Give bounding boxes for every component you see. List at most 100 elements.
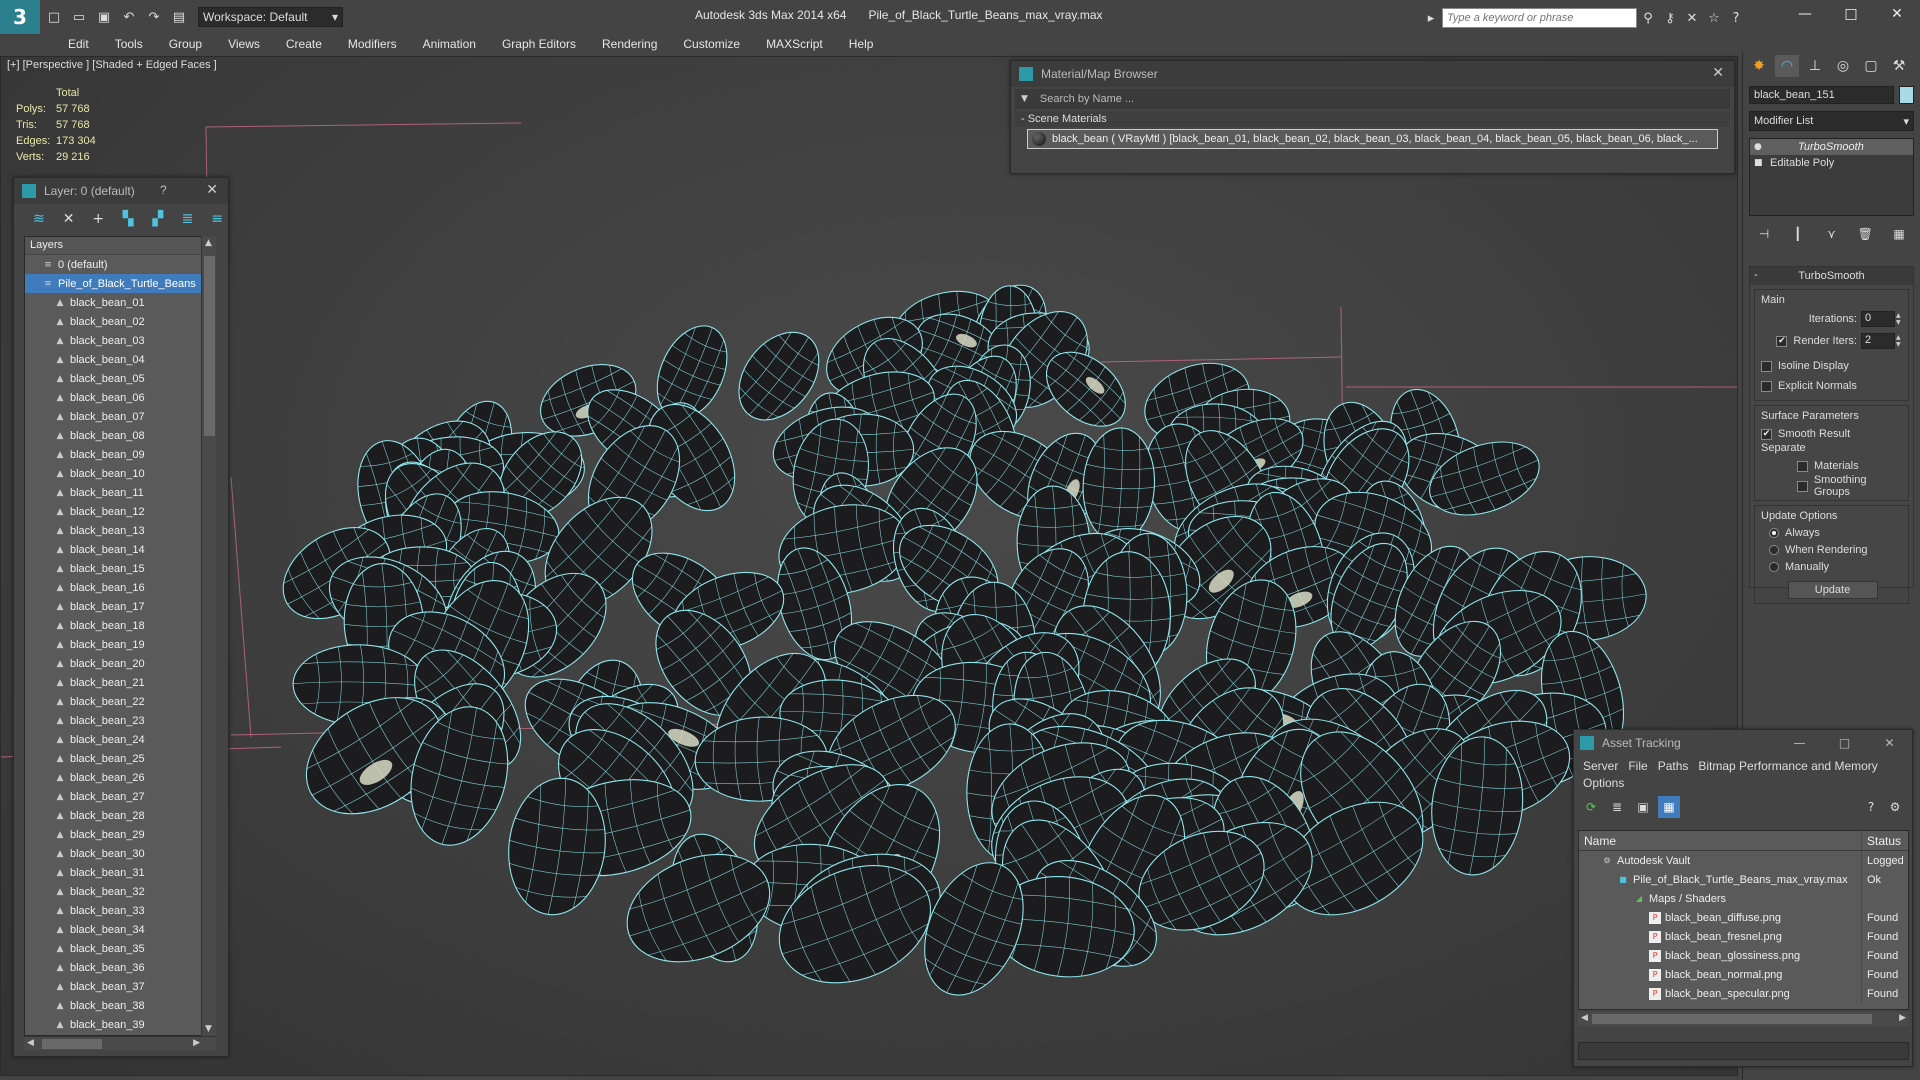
layer-object-row[interactable]: ▲ black_bean_04 xyxy=(25,350,215,369)
asset-row-maps-shaders[interactable]: ◢ Maps / Shaders xyxy=(1579,889,1908,908)
new-file-icon[interactable]: □ xyxy=(43,7,65,27)
layer-object-row[interactable]: ▲ black_bean_16 xyxy=(25,578,215,597)
layer-object-row[interactable]: ▲ black_bean_08 xyxy=(25,426,215,445)
freeze-all-icon[interactable]: ≡ xyxy=(206,208,228,230)
layer-object-row[interactable]: ▲ black_bean_22 xyxy=(25,692,215,711)
layer-object-row[interactable]: ▲ black_bean_02 xyxy=(25,312,215,331)
minimize-icon[interactable]: — xyxy=(1782,0,1828,28)
layer-object-row[interactable]: ▲ black_bean_38 xyxy=(25,996,215,1015)
scroll-down-icon[interactable]: ▼ xyxy=(205,1024,212,1034)
render-iters-spinner[interactable]: 2 xyxy=(1861,333,1895,349)
bean-pile-wireframe[interactable] xyxy=(1,57,1738,1076)
asset-menu-options[interactable]: Options xyxy=(1578,775,1629,792)
list-view-icon[interactable]: ≣ xyxy=(1606,796,1628,818)
settings-icon[interactable]: ⚙ xyxy=(1884,796,1906,818)
asset-row-map[interactable]: Pblack_bean_diffuse.png Found xyxy=(1579,908,1908,927)
layer-object-row[interactable]: ▲ black_bean_17 xyxy=(25,597,215,616)
scroll-right-icon[interactable]: ▶ xyxy=(193,1038,200,1048)
close-icon[interactable]: ✕ xyxy=(1867,730,1912,756)
layer-object-row[interactable]: ▲ black_bean_19 xyxy=(25,635,215,654)
layer-object-row[interactable]: ▲ black_bean_20 xyxy=(25,654,215,673)
workspace-dropdown[interactable]: Workspace: Default ▾ xyxy=(198,7,343,27)
asset-row-vault[interactable]: ⚙ Autodesk Vault Logged xyxy=(1579,851,1908,870)
key-icon[interactable]: ⚷ xyxy=(1659,8,1681,28)
close-icon[interactable]: ✕ xyxy=(1712,65,1724,81)
menu-group[interactable]: Group xyxy=(156,34,215,54)
perspective-viewport[interactable]: [+] [Perspective ] [Shaded + Edged Faces… xyxy=(0,56,1738,1076)
scroll-up-icon[interactable]: ▲ xyxy=(205,238,212,248)
scroll-right-icon[interactable]: ▶ xyxy=(1899,1013,1906,1023)
asset-row-map[interactable]: Pblack_bean_specular.png Found xyxy=(1579,984,1908,1003)
status-column-header[interactable]: Status xyxy=(1862,831,1906,850)
menu-edit[interactable]: Edit xyxy=(55,34,102,54)
render-iters-checkbox[interactable]: ✔ xyxy=(1776,335,1788,347)
close-icon[interactable]: ✕ xyxy=(206,182,218,198)
undo-icon[interactable]: ↶ xyxy=(118,7,140,27)
iterations-spinner[interactable]: 0 xyxy=(1861,311,1895,327)
layer-object-row[interactable]: ▲ black_bean_29 xyxy=(25,825,215,844)
scroll-thumb[interactable] xyxy=(42,1039,102,1049)
layer-row-selected[interactable]: ≡ Pile_of_Black_Turtle_Beans xyxy=(25,274,215,293)
save-file-icon[interactable]: ▣ xyxy=(93,7,115,27)
minimize-icon[interactable]: — xyxy=(1777,730,1822,756)
display-tab-icon[interactable]: ▢ xyxy=(1859,55,1883,77)
layer-object-row[interactable]: ▲ black_bean_23 xyxy=(25,711,215,730)
rollout-header[interactable]: - TurboSmooth xyxy=(1750,267,1913,285)
expand-arrow-icon[interactable]: ▸ xyxy=(1420,8,1442,28)
select-objects-icon[interactable]: ▚ xyxy=(117,208,139,230)
material-search-input[interactable]: ▼ Search by Name ... xyxy=(1015,89,1730,109)
maximize-icon[interactable]: □ xyxy=(1828,0,1874,28)
scroll-thumb[interactable] xyxy=(204,256,215,436)
modify-tab-icon[interactable]: ◠ xyxy=(1775,55,1799,77)
maximize-icon[interactable]: □ xyxy=(1822,730,1867,756)
highlight-layer-icon[interactable]: ▞ xyxy=(147,208,169,230)
scroll-left-icon[interactable]: ◀ xyxy=(1581,1013,1588,1023)
menu-modifiers[interactable]: Modifiers xyxy=(335,34,410,54)
motion-tab-icon[interactable]: ◎ xyxy=(1831,55,1855,77)
app-logo-icon[interactable]: 3 xyxy=(0,0,40,34)
modifier-stack[interactable]: ● TurboSmooth ■ Editable Poly xyxy=(1749,138,1914,216)
menu-animation[interactable]: Animation xyxy=(410,34,489,54)
asset-row-map[interactable]: Pblack_bean_normal.png Found xyxy=(1579,965,1908,984)
menu-help[interactable]: Help xyxy=(836,34,887,54)
update-manually-radio[interactable] xyxy=(1769,561,1779,572)
smooth-result-checkbox[interactable]: ✔ xyxy=(1761,428,1772,440)
layer-object-row[interactable]: ▲ black_bean_36 xyxy=(25,958,215,977)
layer-object-row[interactable]: ▲ black_bean_14 xyxy=(25,540,215,559)
options-triangle-icon[interactable]: ▼ xyxy=(1021,94,1028,104)
spinner-arrows-icon[interactable]: ▲ ▼ xyxy=(1896,334,1904,348)
redo-icon[interactable]: ↷ xyxy=(143,7,165,27)
material-browser-titlebar[interactable]: Material/Map Browser ✕ xyxy=(1011,61,1734,87)
help-icon[interactable]: ? xyxy=(1860,796,1882,818)
layer-panel-titlebar[interactable]: Layer: 0 (default) ? ✕ xyxy=(14,178,228,204)
menu-graph-editors[interactable]: Graph Editors xyxy=(489,34,589,54)
object-color-swatch[interactable] xyxy=(1899,86,1914,104)
layer-object-row[interactable]: ▲ black_bean_26 xyxy=(25,768,215,787)
explicit-normals-checkbox[interactable] xyxy=(1761,380,1772,392)
pin-stack-icon[interactable]: ⊣ xyxy=(1753,224,1775,244)
create-layer-icon[interactable]: ≋ xyxy=(28,208,50,230)
keyword-search-input[interactable] xyxy=(1442,8,1637,28)
asset-tracking-titlebar[interactable]: Asset Tracking — □ ✕ xyxy=(1574,730,1912,756)
binoculars-icon[interactable]: ⚲ xyxy=(1637,8,1659,28)
star-icon[interactable]: ☆ xyxy=(1703,8,1725,28)
project-folder-icon[interactable]: ▤ xyxy=(168,7,190,27)
layer-tree[interactable]: Layers ≡ 0 (default) ≡ Pile_of_Black_Tur… xyxy=(24,236,216,1036)
layer-object-row[interactable]: ▲ black_bean_03 xyxy=(25,331,215,350)
layer-object-row[interactable]: ▲ black_bean_39 xyxy=(25,1015,215,1034)
layer-object-row[interactable]: ▲ black_bean_10 xyxy=(25,464,215,483)
asset-menu-paths[interactable]: Paths xyxy=(1653,758,1694,775)
menu-customize[interactable]: Customize xyxy=(670,34,753,54)
configure-sets-icon[interactable]: ▦ xyxy=(1888,224,1910,244)
help-icon[interactable]: ? xyxy=(160,183,167,197)
add-to-layer-icon[interactable]: + xyxy=(87,208,109,230)
layer-object-row[interactable]: ▲ black_bean_15 xyxy=(25,559,215,578)
menu-tools[interactable]: Tools xyxy=(102,34,156,54)
layer-object-row[interactable]: ▲ black_bean_37 xyxy=(25,977,215,996)
menu-views[interactable]: Views xyxy=(215,34,273,54)
layer-vertical-scrollbar[interactable]: ▲ ▼ xyxy=(201,236,216,1036)
layer-object-row[interactable]: ▲ black_bean_06 xyxy=(25,388,215,407)
stack-item-editable-poly[interactable]: ■ Editable Poly xyxy=(1750,155,1913,171)
menu-maxscript[interactable]: MAXScript xyxy=(753,34,836,54)
create-tab-icon[interactable]: ✸ xyxy=(1747,55,1771,77)
